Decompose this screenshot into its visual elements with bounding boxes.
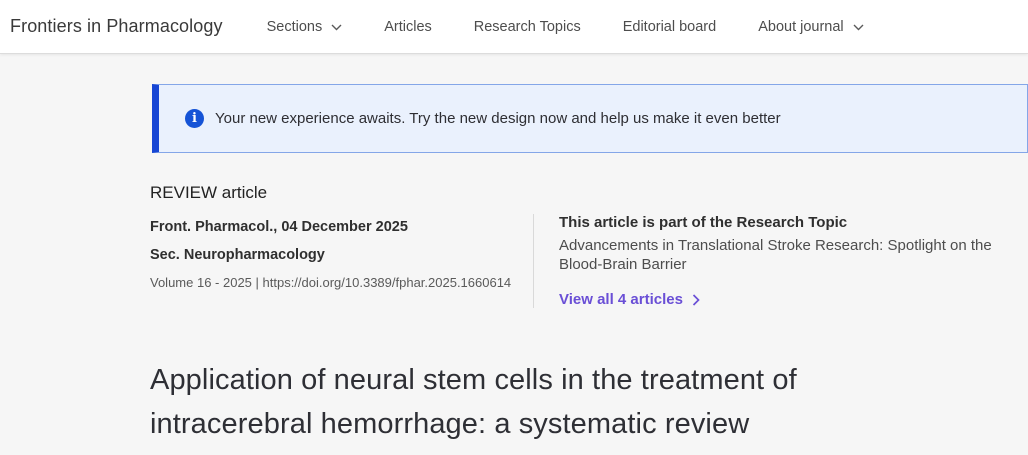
nav-item-label: Articles — [384, 19, 432, 35]
main-nav: Sections Articles Research Topics Editor… — [267, 19, 864, 35]
chevron-down-icon — [853, 24, 864, 31]
nav-item-label: Editorial board — [623, 19, 717, 35]
doi-text: https://doi.org/10.3389/fphar.2025.16606… — [263, 275, 512, 290]
volume-doi-line: Volume 16 - 2025 | https://doi.org/10.33… — [150, 275, 533, 290]
research-topic-title: Advancements in Translational Stroke Res… — [559, 237, 1005, 275]
article-title: Application of neural stem cells in the … — [150, 358, 920, 448]
nav-item-articles[interactable]: Articles — [384, 19, 432, 35]
volume-label: Volume 16 - 2025 — [150, 275, 252, 290]
banner-message: Your new experience awaits. Try the new … — [215, 110, 781, 127]
nav-item-label: Research Topics — [474, 19, 581, 35]
separator: | — [252, 275, 263, 290]
journal-logo[interactable]: Frontiers in Pharmacology — [10, 16, 223, 37]
nav-item-research-topics[interactable]: Research Topics — [474, 19, 581, 35]
view-all-articles-link[interactable]: View all 4 articles — [559, 291, 1005, 308]
article-section: Sec. Neuropharmacology — [150, 247, 533, 263]
research-topic-intro: This article is part of the Research Top… — [559, 214, 1005, 231]
top-navigation-bar: Frontiers in Pharmacology Sections Artic… — [0, 0, 1028, 54]
nav-item-sections[interactable]: Sections — [267, 19, 343, 35]
article-meta-section: REVIEW article Front. Pharmacol., 04 Dec… — [150, 183, 1028, 308]
chevron-right-icon — [692, 294, 700, 306]
article-citation: Front. Pharmacol., 04 December 2025 — [150, 219, 533, 235]
nav-item-about-journal[interactable]: About journal — [758, 19, 863, 35]
nav-item-label: About journal — [758, 19, 843, 35]
new-experience-banner: i Your new experience awaits. Try the ne… — [152, 84, 1028, 153]
view-all-label: View all 4 articles — [559, 291, 683, 308]
info-icon: i — [185, 109, 204, 128]
nav-item-label: Sections — [267, 19, 323, 35]
article-meta-left: REVIEW article Front. Pharmacol., 04 Dec… — [150, 183, 533, 290]
chevron-down-icon — [331, 24, 342, 31]
article-type-label: REVIEW article — [150, 183, 533, 203]
nav-item-editorial-board[interactable]: Editorial board — [623, 19, 717, 35]
research-topic-box: This article is part of the Research Top… — [533, 214, 1005, 308]
